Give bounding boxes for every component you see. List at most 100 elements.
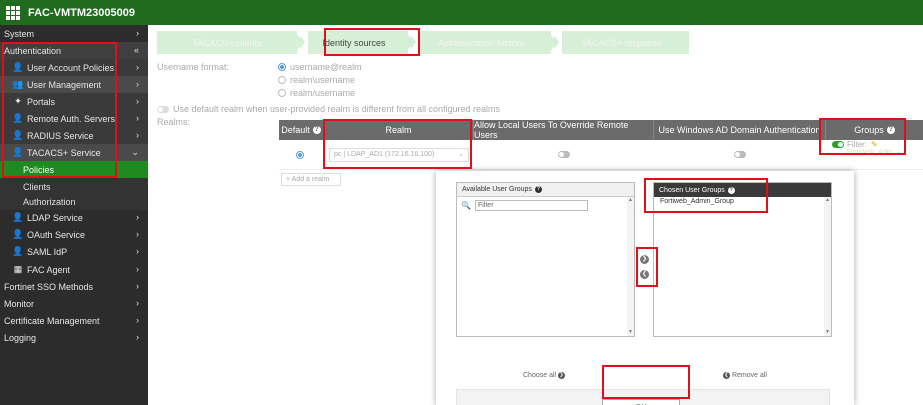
search-icon: 🔍 <box>461 201 471 210</box>
chevron-down-icon: ⌄ <box>131 147 139 157</box>
radio-username-at-realm[interactable]: username@realm <box>278 62 362 72</box>
device-name: FAC-VMTM23005009 <box>28 6 135 19</box>
radio-realm-slash-username[interactable]: realm/username <box>278 88 355 98</box>
table-row: pc | LDAP_AD1 (172.16.16.100) ⌄ Filter: ✎… <box>279 140 923 170</box>
filter-row: 🔍 Filter <box>457 197 634 214</box>
realms-table: Default? Realm Allow Local Users To Over… <box>279 120 923 170</box>
sidebar-item-tacacs-service[interactable]: 👤 TACACS+ Service ⌄ <box>0 144 148 161</box>
radio-icon <box>278 89 286 97</box>
sidebar-item-oauth-service[interactable]: 👤 OAuth Service › <box>0 226 148 243</box>
sidebar-item-policies[interactable]: Policies <box>0 161 148 178</box>
available-groups-pane: Available User Groups? 🔍 Filter ▲ ▼ <box>456 182 635 337</box>
realms-label: Realms: <box>157 117 191 127</box>
chevron-right-icon: › <box>136 62 139 72</box>
chevron-right-icon: › <box>136 281 139 291</box>
chevron-right-icon: › <box>136 229 139 239</box>
chevron-down-icon: ⌄ <box>458 150 464 158</box>
help-icon[interactable]: ? <box>534 186 542 193</box>
chevron-right-icon: › <box>136 212 139 222</box>
collapse-icon: « <box>133 45 139 55</box>
scrollbar[interactable]: ▲ ▼ <box>824 197 831 336</box>
sidebar-item-saml-idp[interactable]: 👤 SAML IdP › <box>0 243 148 260</box>
chosen-groups-pane: Chosen User Groups? Fortiweb_Admin_Group… <box>653 182 832 337</box>
chevron-right-icon: › <box>136 96 139 106</box>
scroll-down-icon[interactable]: ▼ <box>627 329 634 336</box>
realm-select[interactable]: pc | LDAP_AD1 (172.16.16.100) ⌄ <box>329 147 469 162</box>
groups-filter-toggle[interactable] <box>832 141 844 148</box>
sidebar-item-monitor[interactable]: Monitor › <box>0 295 148 312</box>
sidebar-item-portals[interactable]: ✦ Portals › <box>0 93 148 110</box>
pencil-icon[interactable]: ✎ <box>871 140 878 149</box>
grid-icon: ▦ <box>13 264 23 274</box>
main-content: TACACS+ clients Identity sources Authent… <box>148 25 923 405</box>
add-realm-button[interactable]: + Add a realm <box>281 173 341 186</box>
help-icon[interactable]: ? <box>727 186 735 194</box>
allow-local-override-toggle[interactable] <box>558 151 570 158</box>
sidebar: System › Authentication « 👤 User Account Po… <box>0 25 148 405</box>
user-icon: 👤 <box>12 147 24 157</box>
sidebar-item-authentication[interactable]: Authentication « <box>0 42 148 59</box>
wizard-step-identity-sources[interactable]: Identity sources <box>300 31 408 54</box>
sidebar-item-user-management[interactable]: 👥 User Management › <box>0 76 148 93</box>
radio-selected-icon <box>278 63 286 71</box>
col-groups: Groups? <box>854 125 895 135</box>
groups-filter-value: FortiWeb_Adm <box>846 149 893 156</box>
radio-icon <box>278 76 286 84</box>
wizard-step-tacacs-response[interactable]: TACACS+ response <box>554 31 689 54</box>
default-realm-radio[interactable] <box>295 150 304 159</box>
scrollbar[interactable]: ▲ ▼ <box>627 197 634 336</box>
wizard-step-tacacs-clients[interactable]: TACACS+ clients <box>157 31 297 54</box>
arrow-right-icon: ❯ <box>558 372 566 379</box>
sidebar-item-authorization[interactable]: Authorization <box>0 193 148 210</box>
chevron-right-icon: › <box>136 315 139 325</box>
move-right-button[interactable]: ❯ <box>640 255 649 264</box>
radio-realm-backslash-username[interactable]: realm\username <box>278 75 355 85</box>
sidebar-item-remote-auth-servers[interactable]: 👤 Remote Auth. Servers › <box>0 110 148 127</box>
chevron-right-icon: › <box>136 113 139 123</box>
sidebar-item-system[interactable]: System › <box>0 25 148 42</box>
chevron-right-icon: › <box>136 130 139 140</box>
col-realm: Realm <box>324 120 474 140</box>
scroll-up-icon[interactable]: ▲ <box>627 197 634 204</box>
user-gear-icon: 👤 <box>12 62 24 72</box>
choose-all-button[interactable]: Choose all ❯ <box>523 372 566 379</box>
toggle-switch-icon <box>157 105 169 113</box>
sidebar-item-ldap-service[interactable]: 👤 LDAP Service › <box>0 209 148 226</box>
col-default: Default? <box>279 120 324 140</box>
sidebar-item-user-account-policies[interactable]: 👤 User Account Policies › <box>0 59 148 76</box>
sidebar-item-radius-service[interactable]: 👤 RADIUS Service › <box>0 127 148 144</box>
chevron-right-icon: › <box>136 246 139 256</box>
sidebar-item-certificate-management[interactable]: Certificate Management › <box>0 312 148 329</box>
chosen-groups-header: Chosen User Groups? <box>654 183 831 197</box>
windows-ad-auth-toggle[interactable] <box>734 151 746 158</box>
col-allow-local-override: Allow Local Users To Override Remote Use… <box>474 120 654 140</box>
help-icon[interactable]: ? <box>312 126 321 134</box>
help-icon[interactable]: ? <box>886 126 895 134</box>
wizard-step-authentication-factors[interactable]: Authentication factors <box>411 31 551 54</box>
chevron-right-icon: › <box>136 332 139 342</box>
default-realm-toggle[interactable]: Use default realm when user-provided rea… <box>157 104 500 114</box>
user-icon: 👤 <box>12 229 24 239</box>
sidebar-item-logging[interactable]: Logging › <box>0 329 148 346</box>
sidebar-item-fac-agent[interactable]: ▦ FAC Agent › <box>0 261 148 278</box>
top-bar: FAC-VMTM23005009 <box>0 0 923 25</box>
network-icon: ✦ <box>14 96 22 106</box>
chevron-right-icon: › <box>136 298 139 308</box>
remove-all-button[interactable]: ❮ Remove all <box>723 372 767 379</box>
users-icon: 👥 <box>12 79 24 89</box>
chevron-right-icon: › <box>136 79 139 89</box>
user-icon: 👤 <box>12 130 24 140</box>
sidebar-item-fortinet-sso-methods[interactable]: Fortinet SSO Methods › <box>0 278 148 295</box>
chevron-right-icon: › <box>136 28 139 38</box>
available-groups-filter-input[interactable]: Filter <box>474 200 588 211</box>
scroll-down-icon[interactable]: ▼ <box>824 329 831 336</box>
scroll-up-icon[interactable]: ▲ <box>824 197 831 204</box>
groups-filter-label: Filter: <box>847 140 867 149</box>
move-left-button[interactable]: ❮ <box>640 270 649 279</box>
col-windows-ad-auth: Use Windows AD Domain Authentication <box>654 120 826 140</box>
user-icon: 👤 <box>12 212 24 222</box>
username-format-label: Username format: <box>157 62 230 72</box>
ok-button[interactable]: OK <box>602 399 680 405</box>
arrow-left-icon: ❮ <box>723 372 730 379</box>
list-item[interactable]: Fortiweb_Admin_Group <box>654 197 831 206</box>
